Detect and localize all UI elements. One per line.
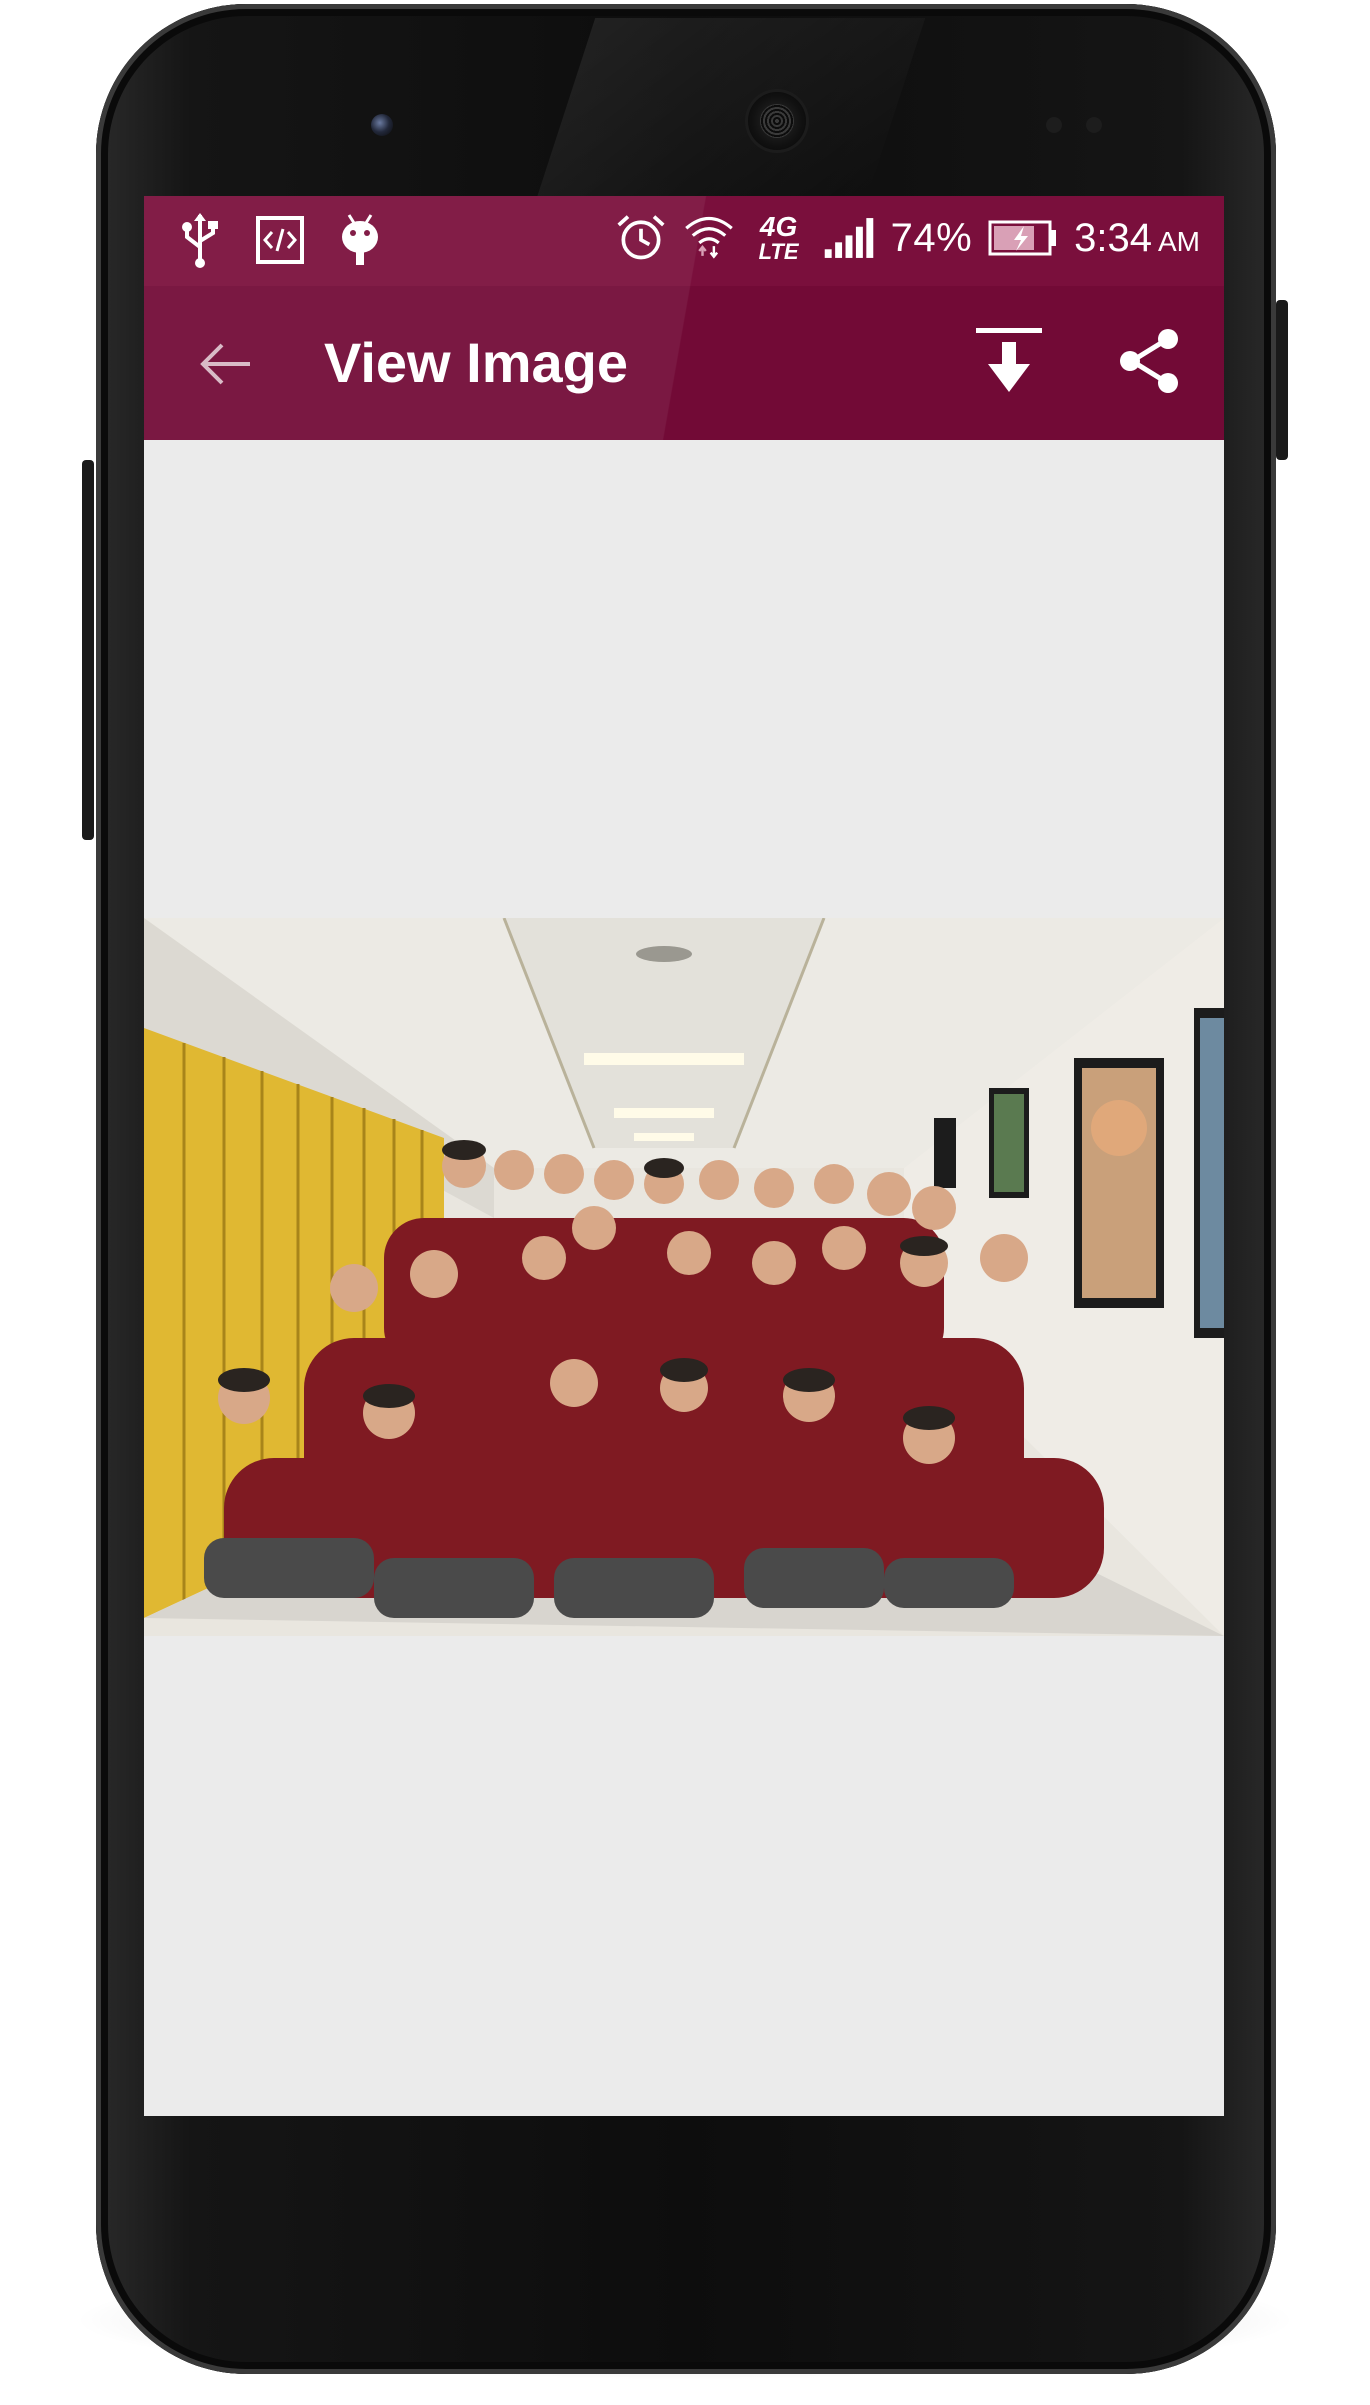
system-status: 4G LTE 74% 3:34 AM — [615, 208, 1200, 268]
app-toolbar: View Image — [144, 286, 1224, 440]
power-button[interactable] — [1276, 300, 1288, 460]
clock-time: 3:34 — [1074, 215, 1152, 260]
share-icon — [1120, 329, 1178, 393]
alarm-icon — [615, 208, 667, 268]
signal-icon — [823, 208, 875, 268]
wifi-icon — [683, 208, 735, 268]
clock-ampm: AM — [1158, 225, 1200, 257]
battery-percent: 74% — [890, 215, 973, 260]
photo-illustration — [144, 918, 1224, 1636]
android-debug-icon — [334, 210, 386, 270]
phone-gloss — [536, 18, 926, 198]
share-button[interactable] — [1104, 316, 1194, 406]
group-photo[interactable] — [144, 918, 1224, 1636]
download-button[interactable] — [964, 316, 1054, 406]
code-icon — [254, 210, 306, 270]
usb-icon — [174, 210, 226, 270]
earpiece-speaker — [748, 92, 806, 150]
clock: 3:34 AM — [1074, 216, 1200, 261]
notification-icons — [174, 210, 386, 270]
network-type: 4G LTE — [751, 213, 807, 263]
volume-button[interactable] — [82, 460, 94, 840]
screen: 4G LTE 74% 3:34 AM View Image — [144, 196, 1224, 2116]
light-sensor — [1086, 117, 1102, 133]
front-sensor — [371, 114, 393, 136]
arrow-left-icon — [200, 343, 250, 385]
page-title: View Image — [324, 331, 629, 394]
back-button[interactable] — [186, 324, 266, 404]
download-icon — [976, 328, 1042, 392]
proximity-sensor — [1046, 117, 1062, 133]
status-bar: 4G LTE 74% 3:34 AM — [144, 196, 1224, 286]
network-label: 4G — [759, 211, 798, 242]
battery-charging-icon — [988, 208, 1058, 268]
network-sub-label: LTE — [758, 239, 799, 264]
